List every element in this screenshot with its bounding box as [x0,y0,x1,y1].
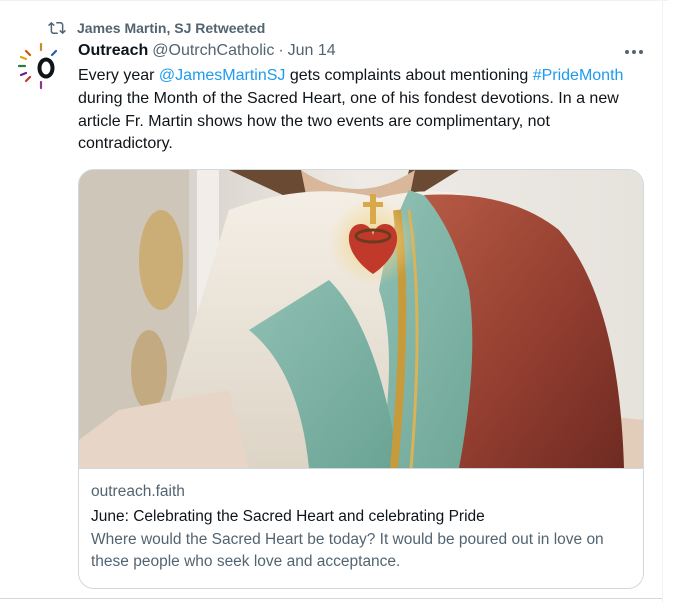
tweet-text-part: during the Month of the Sacred Heart, on… [78,89,619,153]
avatar[interactable] [17,42,65,90]
retweet-label: James Martin, SJ Retweeted [77,20,266,36]
retweet-context[interactable]: James Martin, SJ Retweeted [48,18,265,38]
link-card[interactable]: outreach.faith June: Celebrating the Sac… [78,169,644,589]
top-divider [0,0,668,1]
author-handle[interactable]: @OutrchCatholic [152,42,274,60]
separator-dot: · [278,42,284,59]
retweet-icon [48,19,66,37]
column-border [662,0,663,603]
author-name[interactable]: Outreach [78,42,148,60]
tweet-header: Outreach @OutrchCatholic · Jun 14 [78,40,336,62]
card-image[interactable] [79,170,643,469]
tweet-text-part: Every year [78,67,159,84]
more-options-icon[interactable] [620,40,648,64]
card-body[interactable]: outreach.faith June: Celebrating the Sac… [91,482,636,573]
tweet-text-part: gets complaints about mentioning [285,67,533,84]
card-title: June: Celebrating the Sacred Heart and c… [91,508,485,525]
card-domain: outreach.faith [91,483,185,500]
hashtag-link[interactable]: #PrideMonth [533,67,624,84]
tweet-text: Every year @JamesMartinSJ gets complaint… [78,65,638,156]
bottom-divider [0,598,662,599]
card-description: Where would the Sacred Heart be today? I… [91,531,604,570]
mention-link[interactable]: @JamesMartinSJ [159,67,286,84]
tweet-date[interactable]: Jun 14 [288,42,336,60]
